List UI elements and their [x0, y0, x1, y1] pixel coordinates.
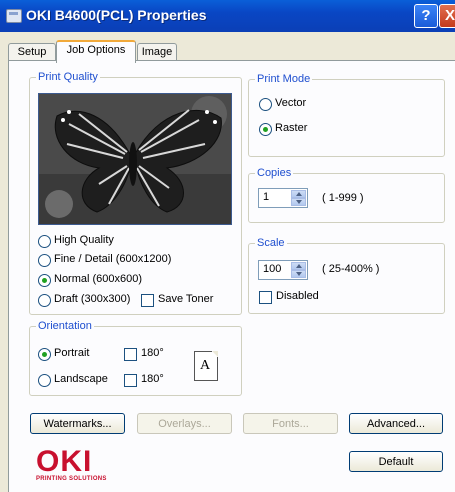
fonts-button[interactable]: Fonts...: [243, 413, 338, 434]
scale-disabled-checkbox[interactable]: [259, 291, 272, 304]
tab-job-options[interactable]: Job Options: [56, 40, 136, 63]
copies-down-arrow-icon[interactable]: [291, 198, 306, 206]
draft-label: Draft (300x300): [54, 293, 131, 305]
copies-up-arrow-icon[interactable]: [291, 190, 306, 198]
copies-label: Copies: [255, 167, 294, 179]
preview-image: [38, 93, 232, 225]
scale-spinner[interactable]: 100: [258, 260, 308, 280]
logo-main-text: OKI: [36, 445, 93, 478]
portrait-label: Portrait: [54, 347, 90, 359]
landscape-radio[interactable]: [38, 374, 51, 387]
fine-detail-radio[interactable]: [38, 254, 51, 267]
raster-label: Raster: [275, 122, 308, 134]
default-button[interactable]: Default: [349, 451, 443, 472]
printer-icon: [6, 9, 22, 23]
scale-range: ( 25-400% ): [322, 263, 380, 275]
advanced-button[interactable]: Advanced...: [349, 413, 443, 434]
window-title: OKI B4600(PCL) Properties: [26, 7, 207, 23]
copies-spinner[interactable]: 1: [258, 188, 308, 208]
print-mode-group: Print Mode: [248, 73, 445, 157]
save-toner-label: Save Toner: [158, 293, 214, 305]
raster-radio[interactable]: [259, 123, 272, 136]
logo-sub-text: PRINTING SOLUTIONS: [36, 476, 107, 482]
help-button[interactable]: ?: [414, 4, 438, 28]
landscape-180-label: 180°: [141, 373, 164, 385]
scale-disabled-label: Disabled: [276, 290, 319, 302]
page-orientation-icon: A: [194, 351, 218, 381]
landscape-label: Landscape: [54, 373, 108, 385]
scale-down-arrow-icon[interactable]: [291, 270, 306, 278]
high-quality-label: High Quality: [54, 234, 114, 246]
portrait-180-label: 180°: [141, 347, 164, 359]
scale-label: Scale: [255, 237, 287, 249]
vector-radio[interactable]: [259, 98, 272, 111]
scale-value: 100: [263, 263, 282, 275]
draft-radio[interactable]: [38, 294, 51, 307]
close-button[interactable]: X: [439, 4, 455, 28]
orientation-label: Orientation: [36, 320, 94, 332]
landscape-180-checkbox[interactable]: [124, 374, 137, 387]
oki-logo: OKI PRINTING SOLUTIONS: [36, 445, 107, 483]
tab-setup[interactable]: Setup: [8, 43, 56, 61]
title-bar[interactable]: OKI B4600(PCL) Properties ? X: [0, 0, 455, 32]
properties-window: OKI B4600(PCL) Properties ? X Setup Job …: [0, 0, 455, 492]
print-quality-label: Print Quality: [36, 71, 100, 83]
page-letter: A: [200, 358, 211, 373]
scale-up-arrow-icon[interactable]: [291, 262, 306, 270]
copies-range: ( 1-999 ): [322, 192, 364, 204]
normal-label: Normal (600x600): [54, 273, 143, 285]
watermarks-button[interactable]: Watermarks...: [30, 413, 125, 434]
vector-label: Vector: [275, 97, 307, 109]
save-toner-checkbox[interactable]: [141, 294, 154, 307]
portrait-radio[interactable]: [38, 348, 51, 361]
normal-radio[interactable]: [38, 274, 51, 287]
overlays-button[interactable]: Overlays...: [137, 413, 232, 434]
copies-value: 1: [263, 191, 270, 203]
print-mode-label: Print Mode: [255, 73, 313, 85]
high-quality-radio[interactable]: [38, 235, 51, 248]
portrait-180-checkbox[interactable]: [124, 348, 137, 361]
fine-detail-label: Fine / Detail (600x1200): [54, 253, 172, 265]
tab-image[interactable]: Image: [137, 43, 177, 61]
